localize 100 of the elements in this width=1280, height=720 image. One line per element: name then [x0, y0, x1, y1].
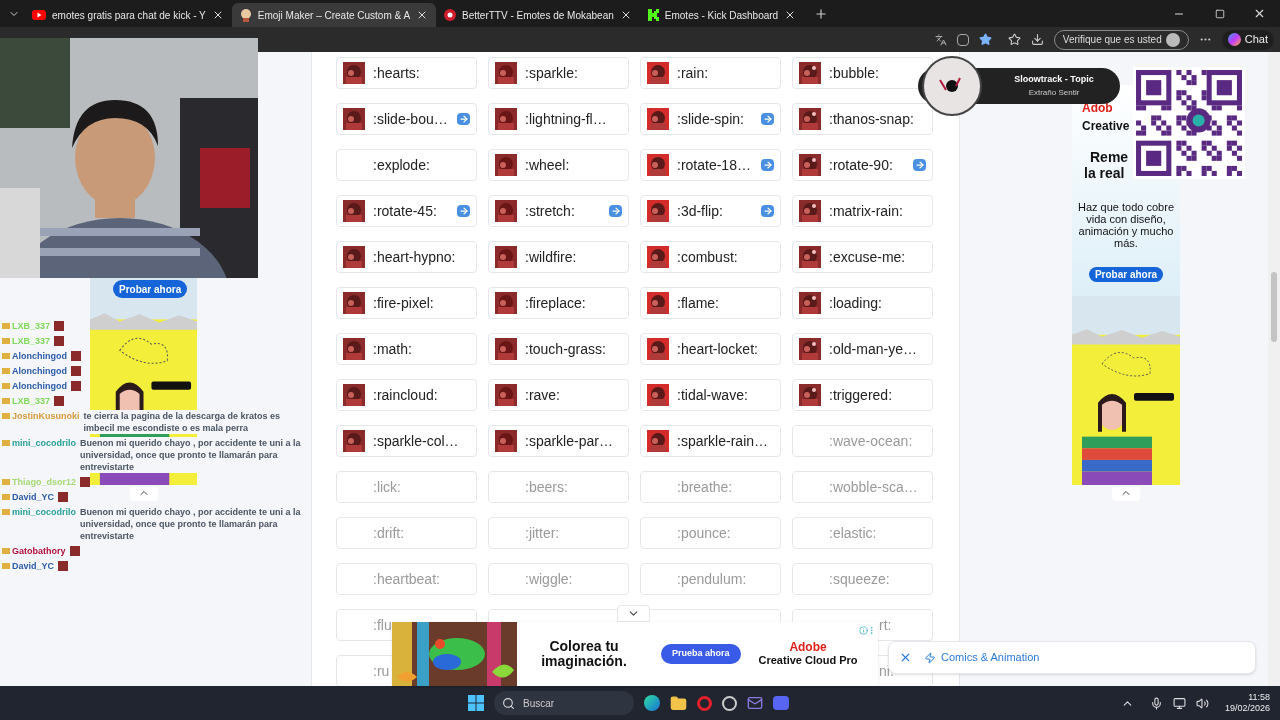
collapse-tab[interactable] — [130, 487, 158, 501]
emote-name: :wiggle: — [525, 569, 574, 589]
ring-icon[interactable] — [697, 695, 712, 711]
arrow-right-icon — [609, 205, 622, 217]
emote-card[interactable]: :3d-flip: — [640, 195, 781, 227]
microphone-icon[interactable] — [1149, 696, 1163, 710]
copilot-icon — [1227, 33, 1241, 46]
browser-tab[interactable]: Emotes - Kick Dashboard — [639, 3, 805, 27]
search-icon — [502, 696, 515, 710]
collapse-tab[interactable] — [617, 605, 650, 622]
search-field[interactable]: Buscar — [494, 691, 634, 715]
folder-icon[interactable] — [670, 694, 687, 712]
chat-username[interactable]: David_YC — [12, 560, 55, 572]
emote-name: :rave: — [525, 385, 561, 405]
try-now-button[interactable]: Probar ahora — [1088, 267, 1164, 282]
chat-button[interactable]: Chat — [1221, 29, 1274, 50]
emote-card[interactable]: :rain: — [640, 57, 781, 89]
clock-date[interactable]: 19/02/2026 — [1224, 703, 1270, 714]
badge-icon — [2, 440, 10, 446]
emote-card[interactable]: :matrix-rain: — [792, 195, 933, 227]
emote-card[interactable]: :math: — [336, 333, 477, 365]
emote-name: :slide-spin: — [677, 109, 745, 129]
chat-app-icon[interactable] — [773, 696, 789, 710]
emote-card[interactable]: :slide-spin: — [640, 103, 781, 135]
emote-name: :rotate-90: — [829, 155, 894, 175]
chat-username[interactable]: Alonchingod — [12, 365, 67, 377]
emote-card[interactable]: :lightning-fl… — [488, 103, 629, 135]
try-now-button[interactable]: Prueba ahora — [661, 644, 741, 664]
circle-app-icon[interactable] — [722, 695, 737, 711]
translate-icon[interactable] — [934, 33, 947, 46]
emote-name: :flame: — [677, 293, 720, 313]
emote-card[interactable]: :slide-bou… — [336, 103, 477, 135]
emote-card[interactable]: :explode: — [336, 149, 477, 181]
favorites-icon[interactable] — [1007, 33, 1021, 46]
emote-card[interactable]: :loading: — [792, 287, 933, 319]
emote-name: :flu — [373, 615, 393, 635]
emote-card[interactable]: :rotate-18… — [640, 149, 781, 181]
emote-name: :lick: — [373, 477, 402, 497]
emote-name: :sparkle-col… — [373, 431, 460, 451]
mail-icon[interactable] — [747, 695, 763, 711]
emote-card[interactable]: :hearts: — [336, 57, 477, 89]
monitor-icon[interactable] — [1172, 696, 1186, 710]
chat-username[interactable]: Gatobathory — [12, 545, 66, 557]
emote-card[interactable]: :rotate-45: — [336, 195, 477, 227]
emote-card[interactable]: :sparkle-col… — [336, 425, 477, 457]
windows-logo-icon[interactable] — [468, 695, 484, 711]
emote-card[interactable]: :fireplace: — [488, 287, 629, 319]
emote-name: :explode: — [373, 155, 431, 175]
chat-username[interactable]: David_YC — [12, 491, 55, 503]
emote-name: :pendulum: — [677, 569, 748, 589]
download-icon[interactable] — [1030, 33, 1044, 46]
favorite-star-icon[interactable] — [978, 33, 992, 46]
chat-username[interactable]: Alonchingod — [12, 380, 67, 392]
emote-card[interactable]: :flame: — [640, 287, 781, 319]
clock-time[interactable]: 11:58 — [1248, 692, 1270, 703]
volume-icon[interactable] — [1195, 696, 1209, 710]
emote-card[interactable]: :wildfire: — [488, 241, 629, 273]
close-icon[interactable] — [1253, 7, 1266, 20]
try-now-button[interactable]: Probar ahora — [113, 280, 188, 298]
emote-card[interactable]: :excuse-me: — [792, 241, 933, 273]
emote-card[interactable]: :touch-grass: — [488, 333, 629, 365]
browser-icon[interactable] — [644, 695, 660, 711]
emote-card[interactable]: :thanos-snap: — [792, 103, 933, 135]
emote-card[interactable]: :combust: — [640, 241, 781, 273]
tab-title: BetterTTV - Emotes de Mokabean — [462, 8, 614, 23]
emote-card[interactable]: :old-man-ye… — [792, 333, 933, 365]
read-aloud-icon[interactable] — [956, 33, 969, 46]
emote-name: :raincloud: — [373, 385, 439, 405]
restore-icon[interactable] — [1215, 8, 1225, 19]
badge-icon — [2, 494, 10, 500]
badge-icon — [2, 398, 10, 404]
chat-username[interactable]: Alonchingod — [12, 350, 67, 362]
emote-card[interactable]: :tidal-wave: — [640, 379, 781, 411]
emote-card[interactable]: :sparkle-rain… — [640, 425, 781, 457]
emote-name: :loading: — [829, 293, 883, 313]
scrollbar[interactable] — [1268, 52, 1280, 686]
emote-card[interactable]: :rotate-90: — [792, 149, 933, 181]
emote-card[interactable]: :rave: — [488, 379, 629, 411]
emote-card[interactable]: :raincloud: — [336, 379, 477, 411]
emote-card[interactable]: :sparkle: — [488, 57, 629, 89]
collapse-tab[interactable] — [1112, 487, 1140, 501]
browser-tab[interactable]: BetterTTV - Emotes de Mokabean — [436, 3, 640, 27]
emote-name: :wheel: — [525, 155, 571, 175]
emote-name: :rain: — [677, 63, 710, 83]
emote-card[interactable]: :heart-hypno: — [336, 241, 477, 273]
emote-name: :touch-grass: — [525, 339, 607, 359]
emote-card[interactable]: :wheel: — [488, 149, 629, 181]
browser-tab[interactable]: emotes gratis para chat de kick - Y — [24, 3, 232, 27]
emote-card[interactable]: :heart-locket: — [640, 333, 781, 365]
emote-card[interactable]: :sparkle-par… — [488, 425, 629, 457]
emote-name: :sparkle-par… — [525, 431, 614, 451]
emote-card[interactable]: :fire-pixel: — [336, 287, 477, 319]
browser-tab[interactable]: Emoji Maker – Create Custom & A — [231, 3, 437, 27]
emote-card[interactable]: :triggered: — [792, 379, 933, 411]
topic-link[interactable]: Comics & Animation — [924, 649, 1040, 666]
emote-name: :excuse-me: — [829, 247, 907, 267]
badge-icon — [2, 338, 10, 344]
emote-card[interactable]: :stretch: — [488, 195, 629, 227]
new-tab-icon[interactable] — [814, 6, 829, 21]
emote-name: :drift: — [373, 523, 406, 543]
